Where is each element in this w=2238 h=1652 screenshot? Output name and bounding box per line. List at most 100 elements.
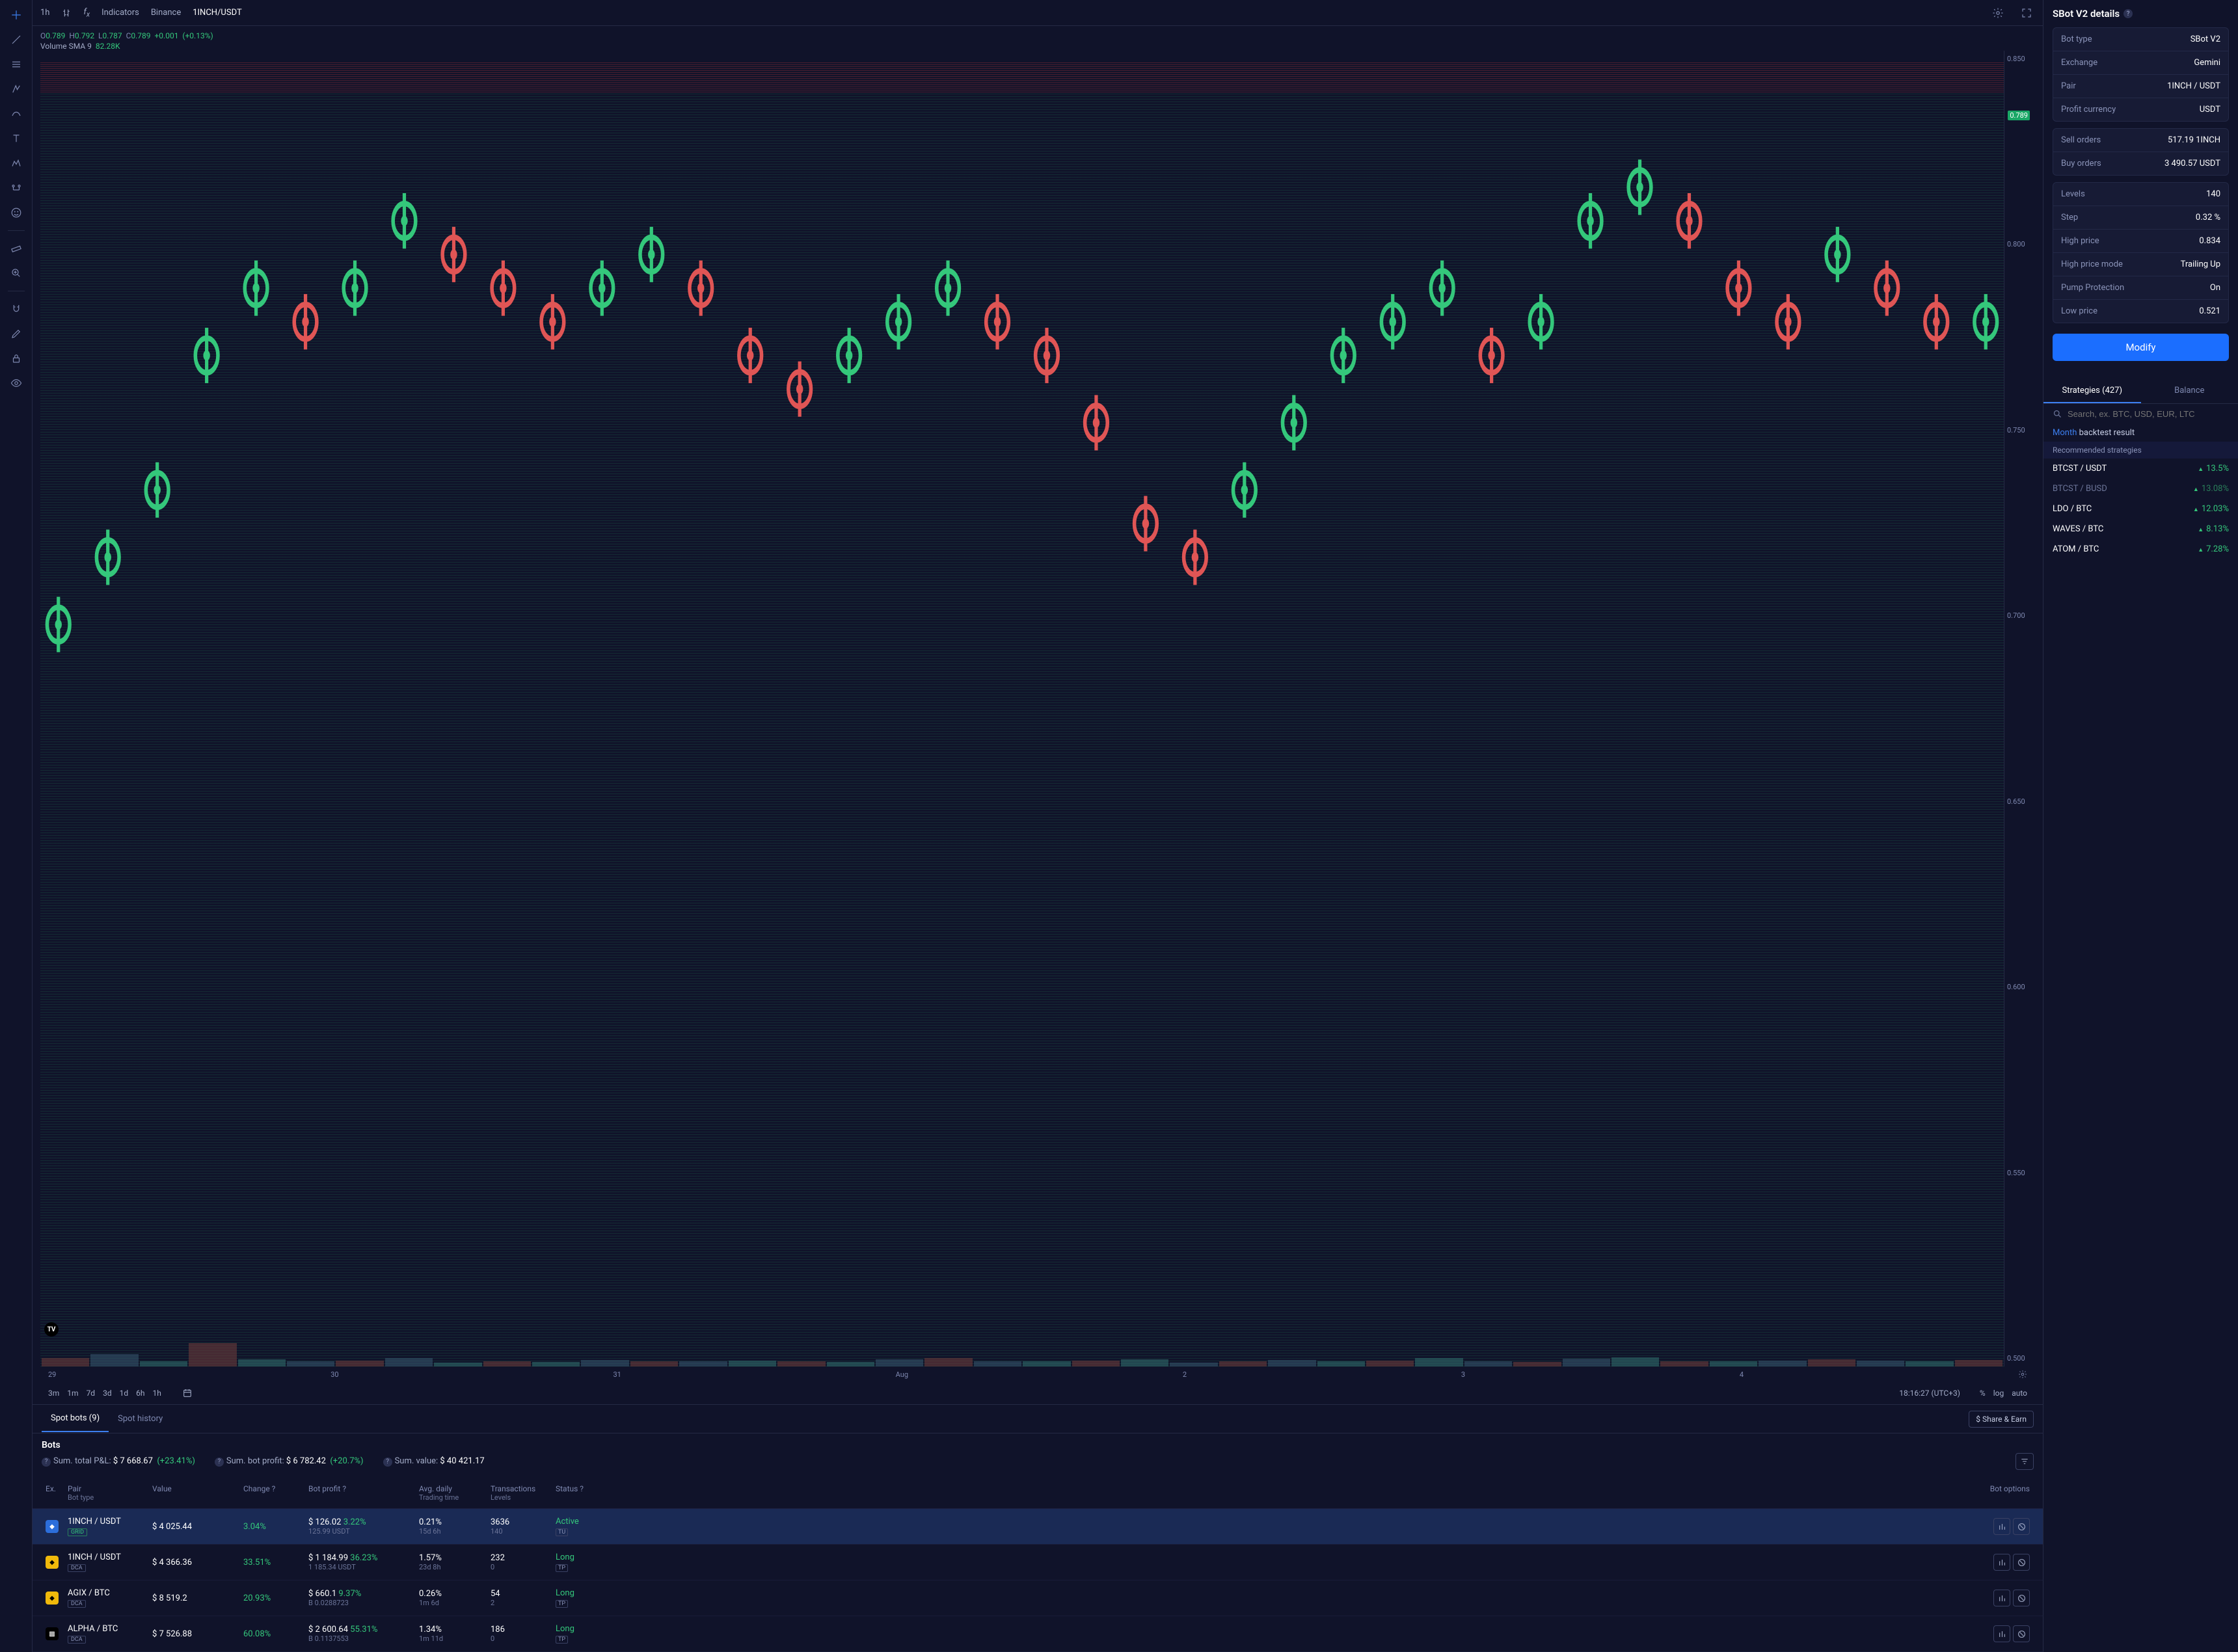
time-axis[interactable]: 293031Aug234: [40, 1366, 2035, 1382]
help-icon[interactable]: ?: [215, 1458, 224, 1467]
exchange-icon: ▩: [46, 1627, 59, 1640]
exchange-icon: ◆: [46, 1556, 59, 1569]
trendline-tool-icon[interactable]: [5, 30, 28, 49]
tab-spot-bots[interactable]: Spot bots (9): [42, 1406, 109, 1432]
bot-chart-icon[interactable]: [1993, 1590, 2010, 1606]
range-1d[interactable]: 1d: [120, 1389, 129, 1398]
detail-row: Step0.32 %: [2053, 206, 2228, 230]
bot-stop-icon[interactable]: [2013, 1590, 2030, 1606]
detail-row: Sell orders517.19 1INCH: [2053, 129, 2228, 152]
help-icon[interactable]: ?: [383, 1458, 392, 1467]
range-3d[interactable]: 3d: [103, 1389, 112, 1398]
clock-label: 18:16:27 (UTC+3): [1899, 1389, 1960, 1398]
bot-row[interactable]: ◆1INCH / USDTDCA$ 4 366.3633.51%$ 1 184.…: [33, 1545, 2043, 1580]
text-tool-icon[interactable]: [5, 129, 28, 148]
bots-title: Bots: [42, 1440, 2034, 1450]
zoom-tool-icon[interactable]: [5, 263, 28, 283]
settings-icon[interactable]: [1989, 5, 2006, 21]
bot-row[interactable]: ◆1INCH / USDTGRID$ 4 025.443.04%$ 126.02…: [33, 1509, 2043, 1545]
bot-chart-icon[interactable]: [1993, 1518, 2010, 1535]
strategy-row[interactable]: ATOM / BTC7.28%: [2043, 539, 2238, 559]
help-icon[interactable]: ?: [272, 1484, 276, 1493]
brush-tool-icon[interactable]: [5, 104, 28, 124]
chart-panel: 1h fx Indicators Binance 1INCH/USDT O0.7…: [33, 0, 2043, 1405]
indicators-button[interactable]: Indicators: [101, 8, 139, 18]
bot-details-panel: SBot V2 details? Bot typeSBot V2Exchange…: [2043, 0, 2238, 1652]
bot-stop-icon[interactable]: [2013, 1518, 2030, 1535]
detail-row: High price0.834: [2053, 230, 2228, 253]
detail-row: Buy orders3 490.57 USDT: [2053, 152, 2228, 175]
bot-row[interactable]: ◆AGIX / BTCDCA$ 8 519.220.93%$ 660.1 9.3…: [33, 1580, 2043, 1616]
pencil-tool-icon[interactable]: [5, 324, 28, 343]
fullscreen-icon[interactable]: [2018, 5, 2035, 21]
detail-row: Levels140: [2053, 183, 2228, 206]
strategy-row[interactable]: LDO / BTC12.03%: [2043, 499, 2238, 519]
ohlc-readout: O0.789 H0.792 L0.787 C0.789 +0.001 (+0.1…: [40, 31, 2035, 40]
horizontal-lines-icon[interactable]: [5, 55, 28, 74]
scale-log[interactable]: log: [1993, 1389, 2004, 1398]
interval-selector[interactable]: 1h: [40, 8, 49, 18]
detail-row: Pump ProtectionOn: [2053, 276, 2228, 300]
current-price-badge: 0.789: [2008, 111, 2030, 120]
bots-panel: Spot bots (9) Spot history $ Share & Ear…: [33, 1405, 2043, 1652]
exchange-icon: ◆: [46, 1592, 59, 1605]
range-3m[interactable]: 3m: [48, 1389, 59, 1398]
range-6h[interactable]: 6h: [136, 1389, 144, 1398]
crosshair-tool-icon[interactable]: [5, 5, 28, 25]
exchange-icon: ◆: [46, 1520, 59, 1533]
goto-date-icon[interactable]: [182, 1388, 193, 1398]
backtest-label: Month backtest result: [2043, 424, 2238, 442]
tradingview-badge-icon: TV: [44, 1322, 59, 1337]
strategy-row[interactable]: BTCST / BUSD13.08%: [2043, 479, 2238, 499]
tab-strategies[interactable]: Strategies (427): [2043, 379, 2141, 403]
ruler-tool-icon[interactable]: [5, 239, 28, 258]
pattern-tool-icon[interactable]: [5, 153, 28, 173]
detail-row: Profit currencyUSDT: [2053, 98, 2228, 121]
search-icon: [2053, 409, 2062, 419]
pitchfork-tool-icon[interactable]: [5, 79, 28, 99]
bot-table-header: Ex. PairBot type Value Change ? Bot prof…: [33, 1478, 2043, 1509]
scale-auto[interactable]: auto: [2012, 1389, 2027, 1398]
range-1m[interactable]: 1m: [67, 1389, 78, 1398]
price-axis[interactable]: 0.8500.8000.7500.7000.6500.6000.5500.500…: [2004, 51, 2035, 1366]
bot-stop-icon[interactable]: [2013, 1625, 2030, 1642]
emoji-tool-icon[interactable]: [5, 203, 28, 222]
long-short-tool-icon[interactable]: [5, 178, 28, 198]
axis-settings-icon[interactable]: [2018, 1370, 2027, 1379]
range-7d[interactable]: 7d: [87, 1389, 96, 1398]
filter-icon[interactable]: [2016, 1453, 2034, 1470]
recommended-header: Recommended strategies: [2043, 442, 2238, 459]
eye-tool-icon[interactable]: [5, 373, 28, 393]
drawing-toolbar: [0, 0, 33, 1652]
fx-icon[interactable]: fx: [83, 7, 90, 19]
tab-spot-history[interactable]: Spot history: [109, 1406, 172, 1432]
details-title: SBot V2 details: [2053, 8, 2120, 20]
help-icon[interactable]: ?: [42, 1458, 51, 1467]
magnet-tool-icon[interactable]: [5, 299, 28, 319]
range-1h[interactable]: 1h: [152, 1389, 161, 1398]
candle-style-icon[interactable]: [61, 8, 72, 18]
pair-label[interactable]: 1INCH/USDT: [193, 8, 241, 18]
help-icon[interactable]: ?: [342, 1484, 346, 1493]
tab-balance[interactable]: Balance: [2141, 379, 2238, 403]
modify-button[interactable]: Modify: [2053, 334, 2229, 361]
timeframe-footer: 3m 1m 7d 3d 1d 6h 1h 18:16:27 (UTC+3) % logauto: [40, 1382, 2035, 1404]
detail-row: ExchangeGemini: [2053, 51, 2228, 75]
bot-chart-icon[interactable]: [1993, 1625, 2010, 1642]
bot-row[interactable]: ▩ALPHA / BTCDCA$ 7 526.8860.08%$ 2 600.6…: [33, 1616, 2043, 1652]
strategy-row[interactable]: BTCST / USDT13.5%: [2043, 459, 2238, 479]
bot-chart-icon[interactable]: [1993, 1554, 2010, 1571]
exchange-label[interactable]: Binance: [151, 8, 181, 18]
chart-plot[interactable]: TV: [40, 51, 2004, 1366]
scale-%[interactable]: %: [1980, 1389, 1986, 1398]
bot-stop-icon[interactable]: [2013, 1554, 2030, 1571]
strategy-row[interactable]: WAVES / BTC8.13%: [2043, 519, 2238, 539]
detail-row: Bot typeSBot V2: [2053, 28, 2228, 51]
volume-readout: Volume SMA 9 82.28K: [40, 42, 2035, 51]
detail-row: Pair1INCH / USDT: [2053, 75, 2228, 98]
share-earn-button[interactable]: $ Share & Earn: [1969, 1411, 2034, 1428]
lock-tool-icon[interactable]: [5, 349, 28, 368]
help-icon[interactable]: ?: [2123, 9, 2133, 18]
strategy-search-input[interactable]: [2068, 409, 2229, 419]
help-icon[interactable]: ?: [580, 1484, 584, 1493]
